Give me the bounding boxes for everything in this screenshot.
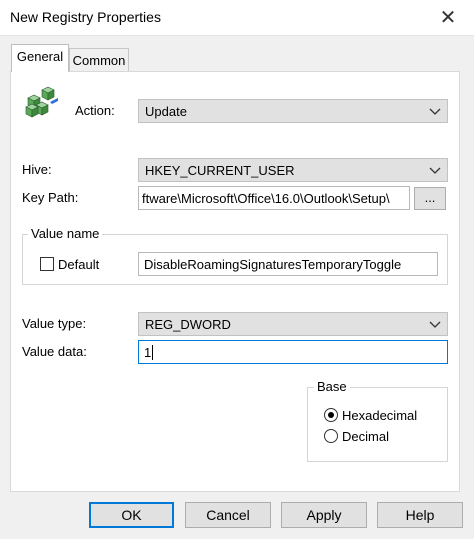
- decimal-radio[interactable]: [324, 429, 338, 443]
- tab-general-label: General: [16, 49, 64, 64]
- cancel-button[interactable]: Cancel: [185, 502, 271, 528]
- text-cursor: [152, 345, 153, 360]
- value-data-input[interactable]: 1: [138, 340, 448, 364]
- base-group-label: Base: [314, 379, 350, 394]
- value-name-input[interactable]: DisableRoamingSignaturesTemporaryToggle: [138, 252, 438, 276]
- chevron-down-icon: [429, 108, 441, 115]
- hexadecimal-label: Hexadecimal: [342, 408, 418, 423]
- value-name-group-label: Value name: [28, 226, 103, 241]
- key-path-label: Key Path:: [22, 190, 79, 205]
- key-path-input[interactable]: ftware\Microsoft\Office\16.0\Outlook\Set…: [138, 186, 410, 210]
- apply-button[interactable]: Apply: [281, 502, 367, 528]
- close-icon: ✕: [439, 7, 457, 29]
- hexadecimal-radio[interactable]: [324, 408, 338, 422]
- chevron-down-icon: [429, 321, 441, 328]
- chevron-down-icon: [429, 167, 441, 174]
- ok-button[interactable]: OK: [89, 502, 174, 528]
- registry-cubes-icon: [22, 82, 62, 122]
- default-checkbox[interactable]: [40, 257, 54, 271]
- value-type-dropdown[interactable]: REG_DWORD: [138, 312, 448, 336]
- key-path-value: ftware\Microsoft\Office\16.0\Outlook\Set…: [142, 191, 390, 206]
- hive-label: Hive:: [22, 162, 52, 177]
- value-name-value: DisableRoamingSignaturesTemporaryToggle: [144, 257, 402, 272]
- value-data-value: 1: [144, 345, 152, 360]
- action-dropdown[interactable]: Update: [138, 99, 448, 123]
- value-data-label: Value data:: [22, 344, 87, 359]
- close-button[interactable]: ✕: [428, 4, 468, 32]
- tab-common[interactable]: Common: [69, 48, 129, 72]
- value-type-label: Value type:: [22, 316, 87, 331]
- window-title: New Registry Properties: [10, 9, 161, 25]
- action-label: Action:: [75, 103, 115, 118]
- action-value: Update: [145, 104, 187, 119]
- tab-general[interactable]: General: [11, 44, 69, 72]
- browse-button[interactable]: ...: [414, 187, 446, 210]
- base-group: [307, 387, 448, 462]
- default-checkbox-label: Default: [58, 257, 100, 272]
- tab-common-label: Common: [72, 53, 126, 68]
- hive-dropdown[interactable]: HKEY_CURRENT_USER: [138, 158, 448, 182]
- value-type-value: REG_DWORD: [145, 317, 231, 332]
- help-button[interactable]: Help: [377, 502, 463, 528]
- hive-value: HKEY_CURRENT_USER: [145, 163, 295, 178]
- decimal-label: Decimal: [342, 429, 389, 444]
